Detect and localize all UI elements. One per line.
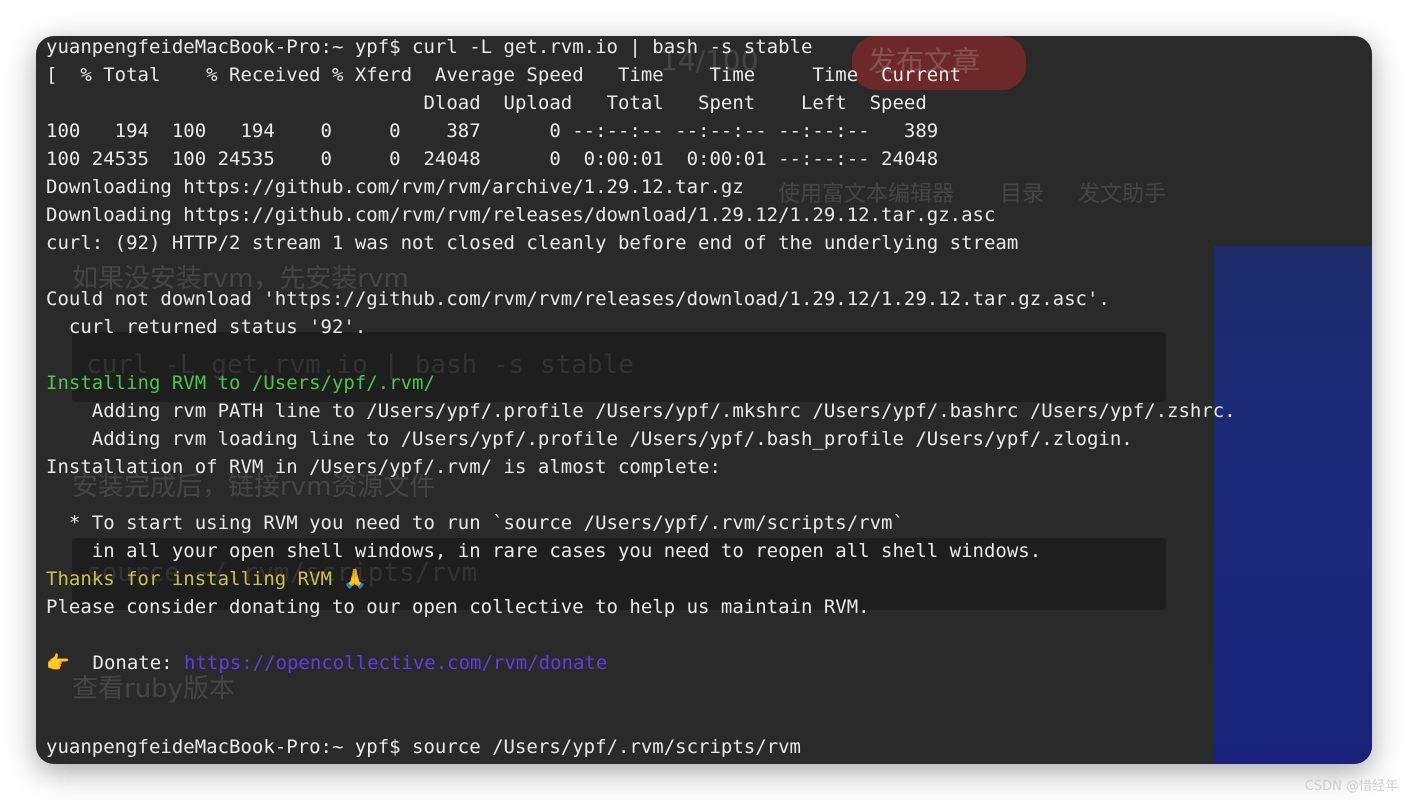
terminal-line-text: 100 194 100 194 0 0 387 0 --:--:-- --:--… [46,120,939,142]
terminal-line-text: Adding rvm PATH line to /Users/ypf/.prof… [46,400,1236,422]
terminal-line: Thanks for installing RVM 🙏 [46,565,1372,593]
terminal-window[interactable]: 发布文章 14/100 使用富文本编辑器 目录 发文助手 如果没安装rvm，先安… [36,36,1372,764]
terminal-line: Installation of RVM in /Users/ypf/.rvm/ … [46,453,1372,481]
terminal-line-text: curl returned status '92'. [46,316,367,338]
terminal-line-text: Installation of RVM in /Users/ypf/.rvm/ … [46,456,721,478]
terminal-line-text: Adding rvm loading line to /Users/ypf/.p… [46,428,1133,450]
terminal-line-text: [ % Total % Received % Xferd Average Spe… [46,64,962,86]
terminal-line: Downloading https://github.com/rvm/rvm/a… [46,173,1372,201]
terminal-line-text: 👉 Donate: [46,652,185,674]
terminal-line: yuanpengfeideMacBook-Pro:~ ypf$ curl -L … [46,36,1372,61]
terminal-line-text: yuanpengfeideMacBook-Pro:~ ypf$ curl -L … [46,36,813,58]
terminal-line: Dload Upload Total Spent Left Speed [46,89,1372,117]
terminal-line: Could not download 'https://github.com/r… [46,285,1372,313]
terminal-line: [ % Total % Received % Xferd Average Spe… [46,61,1372,89]
donate-link[interactable]: https://opencollective.com/rvm/donate [184,652,607,674]
terminal-line-text: Installing RVM to /Users/ypf/.rvm/ [46,372,435,394]
terminal-line-text: curl: (92) HTTP/2 stream 1 was not close… [46,232,1019,254]
terminal-line: yuanpengfeideMacBook-Pro:~ ypf$ source /… [46,733,1372,761]
terminal-line-text: Thanks for installing RVM 🙏 [46,568,368,590]
terminal-line: curl returned status '92'. [46,313,1372,341]
terminal-line: Please consider donating to our open col… [46,593,1372,621]
terminal-line: Adding rvm loading line to /Users/ypf/.p… [46,425,1372,453]
terminal-line: curl: (92) HTTP/2 stream 1 was not close… [46,229,1372,257]
terminal-line-text: Downloading https://github.com/rvm/rvm/r… [46,204,996,226]
watermark: CSDN @惜经年 [1304,779,1398,794]
terminal-line: in all your open shell windows, in rare … [46,537,1372,565]
terminal-line-text: Dload Upload Total Spent Left Speed [46,92,927,114]
terminal-output[interactable]: yuanpengfeideMacBook-Pro:~ ypf$ curl -L … [46,36,1372,761]
terminal-line: Installing RVM to /Users/ypf/.rvm/ [46,369,1372,397]
terminal-line: Adding rvm PATH line to /Users/ypf/.prof… [46,397,1372,425]
terminal-line-text: Downloading https://github.com/rvm/rvm/a… [46,176,744,198]
terminal-line-text: 100 24535 100 24535 0 0 24048 0 0:00:01 … [46,148,939,170]
terminal-line-text: in all your open shell windows, in rare … [46,540,1042,562]
terminal-line: * To start using RVM you need to run `so… [46,509,1372,537]
terminal-line-text: * To start using RVM you need to run `so… [46,512,904,534]
terminal-line: 👉 Donate: https://opencollective.com/rvm… [46,649,1372,677]
terminal-line: 100 194 100 194 0 0 387 0 --:--:-- --:--… [46,117,1372,145]
terminal-line-text: Could not download 'https://github.com/r… [46,288,1110,310]
terminal-line-text: Please consider donating to our open col… [46,596,870,618]
terminal-line: 100 24535 100 24535 0 0 24048 0 0:00:01 … [46,145,1372,173]
terminal-line: Downloading https://github.com/rvm/rvm/r… [46,201,1372,229]
terminal-line-text: yuanpengfeideMacBook-Pro:~ ypf$ source /… [46,736,801,758]
